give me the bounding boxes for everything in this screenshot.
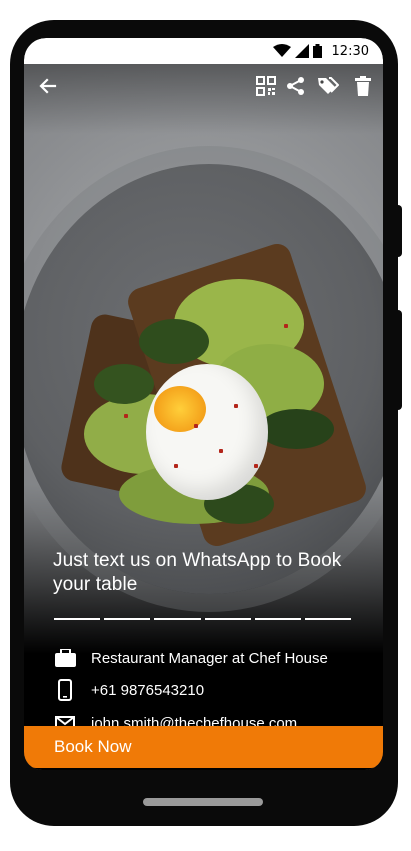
briefcase-icon bbox=[54, 647, 76, 669]
poached-egg bbox=[146, 364, 268, 500]
job-title: Restaurant Manager at Chef House bbox=[91, 649, 328, 667]
story-progress bbox=[54, 618, 352, 620]
chili-flake bbox=[194, 424, 198, 428]
egg-yolk bbox=[154, 386, 206, 432]
cell-signal-icon bbox=[294, 44, 309, 58]
chili-flake bbox=[219, 449, 223, 453]
chili-flake bbox=[254, 464, 258, 468]
phone-number[interactable]: +61 9876543210 bbox=[91, 682, 204, 699]
book-now-button[interactable]: Book Now bbox=[24, 726, 383, 768]
progress-segment bbox=[304, 618, 352, 620]
status-bar: 12:30 bbox=[24, 38, 383, 64]
tags-icon bbox=[318, 77, 339, 94]
phone-row[interactable]: +61 9876543210 bbox=[54, 679, 204, 701]
battery-icon bbox=[312, 44, 322, 58]
power-button bbox=[396, 310, 402, 410]
home-indicator[interactable] bbox=[143, 798, 263, 806]
spinach bbox=[139, 319, 209, 364]
chili-flake bbox=[124, 414, 128, 418]
card-headline: Just text us on WhatsApp to Book your ta… bbox=[53, 550, 342, 595]
progress-segment bbox=[54, 618, 101, 620]
chili-flake bbox=[234, 404, 238, 408]
progress-segment bbox=[254, 618, 301, 620]
delete-button[interactable] bbox=[349, 72, 377, 100]
progress-segment bbox=[154, 618, 201, 620]
chili-flake bbox=[284, 324, 288, 328]
arrow-left-icon bbox=[39, 78, 57, 94]
progress-segment bbox=[104, 618, 151, 620]
chili-flake bbox=[174, 464, 178, 468]
job-title-row: Restaurant Manager at Chef House bbox=[54, 647, 328, 669]
mobile-phone-icon bbox=[54, 679, 76, 701]
trash-icon bbox=[355, 76, 371, 96]
top-toolbar bbox=[24, 64, 383, 108]
volume-button bbox=[396, 205, 402, 257]
screen: 12:30 Just text us on WhatsApp to Book y… bbox=[24, 38, 383, 770]
spinach bbox=[259, 409, 334, 449]
qr-code-button[interactable] bbox=[252, 72, 280, 100]
qr-code-icon bbox=[256, 76, 276, 96]
share-button[interactable] bbox=[282, 72, 310, 100]
back-button[interactable] bbox=[34, 72, 62, 100]
status-icons: 12:30 bbox=[272, 42, 369, 60]
spinach bbox=[94, 364, 154, 404]
share-icon bbox=[287, 77, 304, 95]
wifi-icon bbox=[272, 44, 291, 57]
tags-button[interactable] bbox=[314, 72, 342, 100]
progress-segment bbox=[204, 618, 251, 620]
status-time: 12:30 bbox=[331, 43, 369, 59]
